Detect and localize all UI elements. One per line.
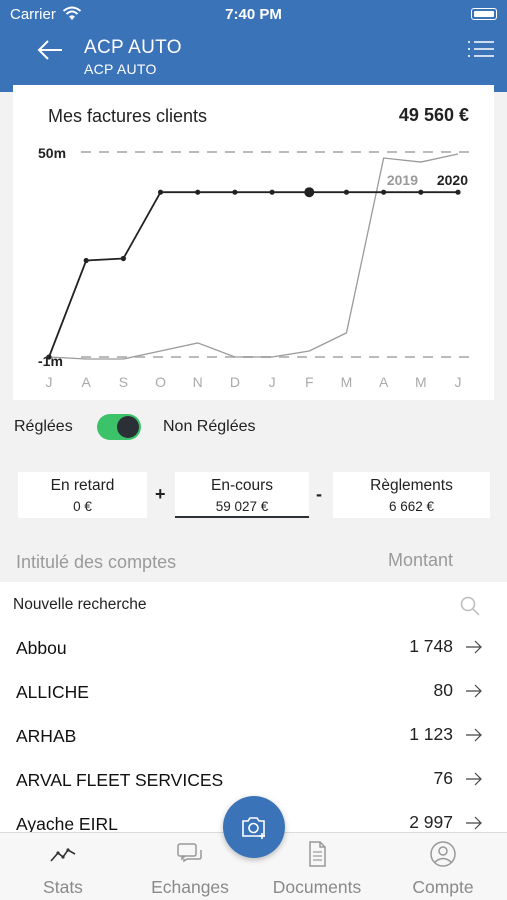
x-tick-label: D	[230, 374, 240, 390]
data-point	[232, 189, 238, 195]
data-point	[418, 189, 424, 195]
x-tick-label: J	[46, 374, 53, 390]
tab-compte-label: Compte	[412, 877, 474, 897]
x-tick-label: A	[82, 374, 92, 390]
y-tick-label: 50m	[38, 145, 66, 161]
line-chart[interactable]: 50m-1mJ A S O N D J F M A M J2019 2020	[13, 85, 494, 400]
account-amount: 2 997	[409, 812, 453, 832]
tab-echanges-label: Echanges	[151, 877, 229, 897]
data-point	[195, 189, 201, 195]
legend-item-2020: 2020	[437, 172, 468, 188]
arrow-right-icon	[466, 772, 482, 786]
account-amount: 76	[433, 768, 453, 788]
invoices-chart-card: Mes factures clients 49 560 € 50m -1m J A S O…	[13, 85, 494, 400]
clock: 7:40 PM	[225, 6, 282, 23]
arrow-right-icon	[466, 816, 482, 830]
account-name: ARHAB	[16, 726, 77, 746]
legend-item-2019: 2019	[387, 172, 418, 188]
list-item[interactable]: ARHAB 1 123	[0, 714, 507, 758]
data-point	[304, 187, 315, 198]
minus-operator: -	[316, 484, 322, 504]
series-line-2020	[48, 191, 458, 358]
account-name: ARVAL FLEET SERVICES	[16, 770, 224, 790]
data-point	[455, 189, 461, 195]
back-arrow-icon[interactable]	[36, 38, 64, 62]
x-tick-label: S	[119, 374, 128, 390]
camera-fab-button[interactable]	[223, 796, 285, 858]
x-tick-label: M	[341, 374, 353, 390]
settled-toggle-switch[interactable]	[97, 414, 141, 440]
filter-current-title: En-cours	[210, 477, 274, 494]
account-amount: 80	[433, 680, 453, 700]
search-row[interactable]: Nouvelle recherche	[0, 582, 507, 626]
tab-documents-label: Documents	[272, 877, 362, 897]
filter-late-title: En retard	[50, 477, 115, 494]
chart-line-icon	[50, 848, 76, 862]
filter-payments[interactable]: Règlements 6 662 €	[333, 472, 490, 518]
x-tick-label: J	[269, 374, 276, 390]
data-point	[46, 354, 52, 360]
plus-operator: +	[155, 484, 166, 504]
filter-late[interactable]: En retard 0 €	[18, 472, 147, 518]
account-name: ALLICHE	[16, 682, 89, 702]
arrow-right-icon	[466, 728, 482, 742]
column-amount: Montant	[387, 550, 453, 570]
filter-payments-value: 6 662 €	[388, 499, 435, 514]
tab-stats[interactable]: Stats	[0, 833, 126, 900]
filter-current-value: 59 027 €	[215, 499, 269, 514]
x-tick-label: M	[415, 374, 427, 390]
account-name: Abbou	[16, 638, 67, 658]
document-icon	[309, 841, 326, 867]
list-menu-icon[interactable]	[467, 40, 495, 62]
data-point	[120, 255, 126, 262]
tab-compte[interactable]: Compte	[380, 833, 506, 900]
battery-icon	[471, 8, 497, 20]
accounts-list-header: Intitulé des comptes Montant	[0, 548, 507, 576]
list-item[interactable]: Abbou 1 748	[0, 626, 507, 670]
search-input[interactable]: Nouvelle recherche	[13, 596, 147, 614]
status-bar: Carrier 7:40 PM	[10, 6, 497, 24]
app-header: Carrier 7:40 PM ACP AUTO ACP AUTO	[0, 0, 507, 92]
account-amount: 1 123	[409, 724, 453, 744]
filter-current[interactable]: En-cours 59 027 €	[175, 472, 309, 518]
filter-late-value: 0 €	[73, 499, 92, 514]
data-point	[157, 189, 164, 195]
x-tick-label: F	[305, 374, 314, 390]
x-tick-label: A	[379, 374, 389, 390]
x-tick-label: N	[193, 374, 203, 390]
search-icon[interactable]	[460, 596, 480, 616]
x-tick-label: O	[155, 374, 166, 390]
user-circle-icon	[430, 841, 456, 867]
page-subtitle: ACP AUTO	[84, 61, 157, 77]
data-point	[269, 189, 275, 195]
accounts-list: Nouvelle recherche Abbou 1 748 ALLICHE 8…	[0, 582, 507, 832]
arrow-right-icon	[466, 684, 482, 698]
balance-filters: En retard 0 € + En-cours 59 027 € - Règl…	[0, 470, 507, 522]
account-name: Ayache EIRL	[16, 814, 118, 832]
chat-bubbles-icon	[177, 843, 202, 863]
account-amount: 1 748	[409, 636, 453, 656]
camera-add-icon	[242, 817, 265, 839]
settled-toggle-row: Réglées Non Réglées	[0, 410, 507, 446]
x-tick-label: J	[455, 374, 462, 390]
data-point	[381, 189, 387, 195]
list-item[interactable]: ALLICHE 80	[0, 670, 507, 714]
toggle-label-unsettled: Non Réglées	[163, 418, 256, 435]
column-account: Intitulé des comptes	[16, 552, 177, 572]
page-title: ACP AUTO	[84, 37, 182, 58]
filter-payments-title: Règlements	[370, 477, 453, 494]
toggle-knob	[117, 416, 139, 438]
arrow-right-icon	[466, 640, 482, 654]
data-point	[83, 257, 89, 264]
data-point	[343, 189, 350, 195]
tab-stats-label: Stats	[43, 877, 83, 897]
toggle-label-settled: Réglées	[14, 418, 73, 435]
